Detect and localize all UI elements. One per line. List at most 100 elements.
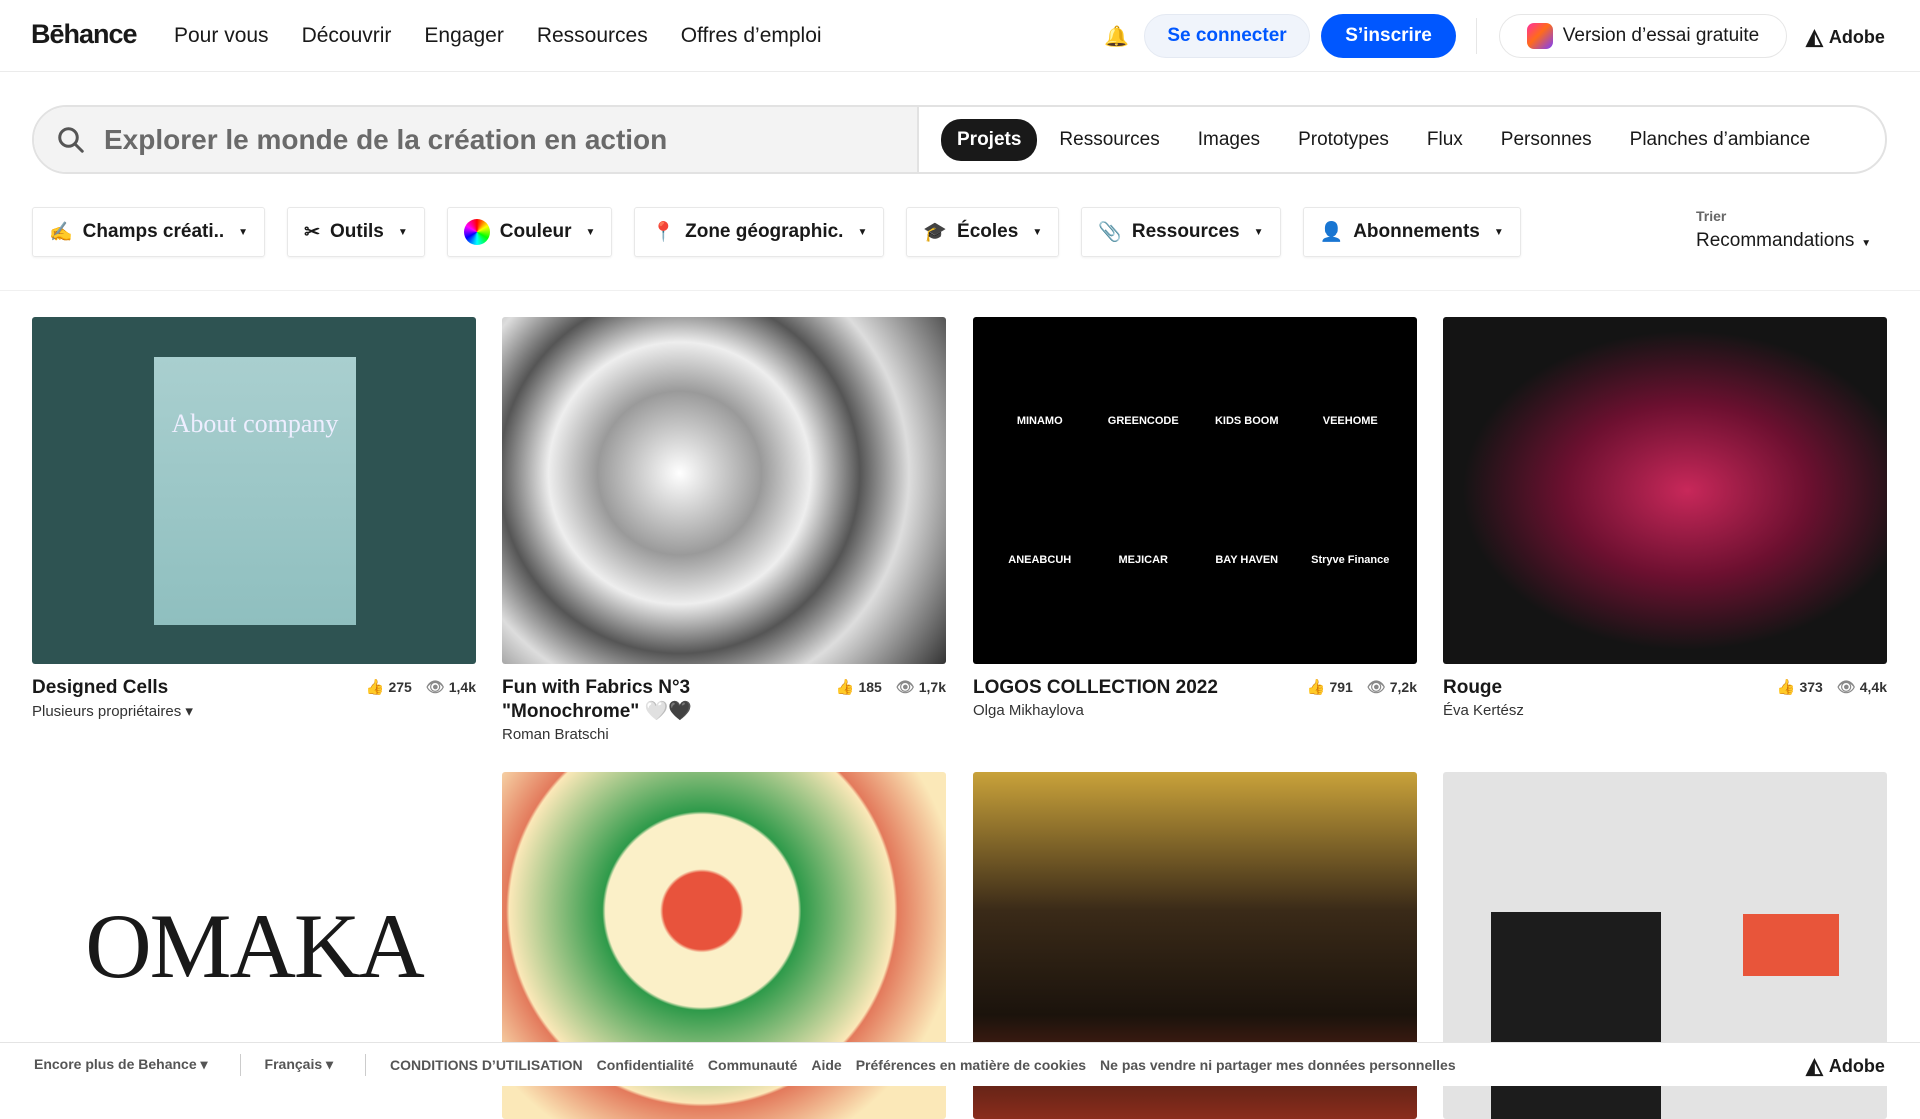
logo-text: GREENCODE xyxy=(1107,415,1179,428)
signup-button[interactable]: S’inscrire xyxy=(1321,14,1456,58)
divider xyxy=(239,1053,241,1076)
footer-privacy-link[interactable]: Confidentialité xyxy=(597,1057,694,1073)
search-bar: Projets Ressources Images Prototypes Flu… xyxy=(32,105,1887,174)
filter-label: Couleur xyxy=(499,221,572,242)
tab-planches[interactable]: Planches d’ambiance xyxy=(1614,119,1827,161)
nav-offres-emploi[interactable]: Offres d’emploi xyxy=(681,24,822,48)
paperclip-icon: 📎 xyxy=(1098,222,1122,243)
nav-pour-vous[interactable]: Pour vous xyxy=(174,24,269,48)
footer-cookies-link[interactable]: Préférences en matière de cookies xyxy=(856,1057,1086,1073)
logo-text: BAY HAVEN xyxy=(1215,553,1279,566)
caret-down-icon: ▼ xyxy=(1493,226,1504,238)
bell-icon[interactable]: 🔔 xyxy=(1104,24,1129,49)
logo-text: MINAMO xyxy=(1016,415,1063,428)
view-count: 4,4k xyxy=(1859,679,1887,695)
eye-icon: 👁 xyxy=(895,679,915,696)
tab-ressources[interactable]: Ressources xyxy=(1043,119,1175,161)
tab-personnes[interactable]: Personnes xyxy=(1485,119,1608,161)
thumbnail-text: OMAKA xyxy=(85,894,425,997)
filter-tools[interactable]: ✂ Outils ▼ xyxy=(287,207,425,257)
adobe-label: Adobe xyxy=(1828,26,1885,47)
eye-icon: 👁 xyxy=(1836,679,1856,696)
like-count: 373 xyxy=(1799,679,1823,695)
thumbnail-text: About company xyxy=(171,409,339,438)
footer-adobe-link[interactable]: ◭ Adobe xyxy=(1806,1053,1899,1079)
tab-prototypes[interactable]: Prototypes xyxy=(1282,119,1405,161)
filter-schools[interactable]: 🎓 Écoles ▼ xyxy=(906,207,1060,257)
project-card[interactable]: Fun with Fabrics N°3 "Monochrome" 🤍🖤 Roma… xyxy=(502,317,946,743)
project-card[interactable]: About company Designed Cells Plusieurs pr… xyxy=(32,317,476,720)
project-thumbnail[interactable] xyxy=(1443,317,1887,664)
tab-images[interactable]: Images xyxy=(1182,119,1276,161)
filter-creative-fields[interactable]: ✍ Champs créati.. ▼ xyxy=(32,207,266,257)
filter-label: Ressources xyxy=(1131,221,1240,242)
logo-text: VEEHOME xyxy=(1322,415,1378,428)
graduation-cap-icon: 🎓 xyxy=(923,222,948,243)
nav-engager[interactable]: Engager xyxy=(424,24,503,48)
logo-text: KIDS BOOM xyxy=(1214,415,1279,428)
caret-down-icon: ▼ xyxy=(1032,226,1043,238)
footer-do-not-sell-link[interactable]: Ne pas vendre ni partager mes données pe… xyxy=(1100,1057,1456,1073)
caret-down-icon: ▼ xyxy=(238,226,249,238)
filter-resources[interactable]: 📎 Ressources ▼ xyxy=(1081,207,1281,257)
project-thumbnail[interactable] xyxy=(502,317,946,664)
logo-text: Stryve Finance xyxy=(1311,553,1390,566)
footer-terms-link[interactable]: CONDITIONS D’UTILISATION xyxy=(390,1057,583,1073)
nav-ressources[interactable]: Ressources xyxy=(537,24,648,48)
project-owner[interactable]: Roman Bratschi xyxy=(502,726,752,743)
creative-fields-icon: ✍ xyxy=(49,222,73,243)
like-icon: 👍 xyxy=(1776,679,1796,696)
project-card[interactable]: Rouge Éva Kertész 👍 373 👁 4,4k xyxy=(1443,317,1887,719)
nav-decouvrir[interactable]: Découvrir xyxy=(302,24,392,48)
adobe-logo-icon: ◭ xyxy=(1806,1053,1823,1078)
sort-dropdown[interactable]: Trier Recommandations ▼ xyxy=(1696,208,1871,252)
free-trial-button[interactable]: Version d’essai gratuite xyxy=(1499,14,1787,58)
search-input[interactable] xyxy=(104,123,884,156)
footer-community-link[interactable]: Communauté xyxy=(708,1057,797,1073)
eye-icon: 👁 xyxy=(1366,679,1386,696)
thumbnail-text: N°BA® xyxy=(1491,912,1676,1119)
filter-location[interactable]: 📍 Zone géographic. ▼ xyxy=(634,207,885,257)
filter-color[interactable]: Couleur ▼ xyxy=(446,207,613,257)
project-title[interactable]: LOGOS COLLECTION 2022 xyxy=(973,676,1218,700)
divider xyxy=(1476,18,1477,54)
project-owner[interactable]: Plusieurs propriétaires ▾ xyxy=(32,702,193,720)
caret-down-icon: ▼ xyxy=(1858,238,1872,249)
language-dropdown[interactable]: Français ▾ xyxy=(265,1056,334,1073)
like-count: 185 xyxy=(858,679,882,695)
project-card[interactable]: MINAMO GREENCODE KIDS BOOM VEEHOME ANEAB… xyxy=(973,317,1417,719)
project-thumbnail[interactable]: About company xyxy=(32,317,476,664)
tools-icon: ✂ xyxy=(304,221,320,243)
caret-down-icon: ▼ xyxy=(857,226,868,238)
project-title[interactable]: Designed Cells xyxy=(32,676,193,700)
eye-icon: 👁 xyxy=(425,679,445,696)
project-title[interactable]: Fun with Fabrics N°3 "Monochrome" 🤍🖤 xyxy=(502,676,752,724)
footer-help-link[interactable]: Aide xyxy=(811,1057,841,1073)
sort-value: Recommandations xyxy=(1696,230,1855,251)
like-icon: 👍 xyxy=(365,679,385,696)
caret-down-icon: ▼ xyxy=(397,226,408,238)
project-owner[interactable]: Olga Mikhaylova xyxy=(973,702,1218,719)
divider xyxy=(365,1053,367,1076)
color-wheel-icon xyxy=(463,219,490,245)
behance-logo[interactable]: Bēhance xyxy=(31,19,138,50)
adobe-logo-icon: ◭ xyxy=(1806,24,1823,49)
project-thumbnail[interactable]: MINAMO GREENCODE KIDS BOOM VEEHOME ANEAB… xyxy=(973,317,1417,664)
project-title[interactable]: Rouge xyxy=(1443,676,1524,700)
sort-label: Trier xyxy=(1696,208,1727,224)
tab-projets[interactable]: Projets xyxy=(941,118,1038,161)
user-lock-icon: 👤 xyxy=(1319,222,1344,243)
like-icon: 👍 xyxy=(835,679,855,696)
caret-down-icon: ▼ xyxy=(1253,226,1264,238)
more-behance-dropdown[interactable]: Encore plus de Behance ▾ xyxy=(34,1056,208,1073)
footer: Encore plus de Behance ▾ Français ▾ COND… xyxy=(0,1042,1920,1086)
tab-flux[interactable]: Flux xyxy=(1411,119,1479,161)
location-pin-icon: 📍 xyxy=(651,222,676,243)
adobe-link[interactable]: ◭ Adobe xyxy=(1806,24,1885,50)
project-owner[interactable]: Éva Kertész xyxy=(1443,702,1524,719)
login-button[interactable]: Se connecter xyxy=(1144,14,1310,58)
filter-subscriptions[interactable]: 👤 Abonnements ▼ xyxy=(1302,207,1521,257)
view-count: 1,7k xyxy=(918,679,946,695)
view-count: 1,4k xyxy=(448,679,476,695)
like-count: 791 xyxy=(1329,679,1353,695)
